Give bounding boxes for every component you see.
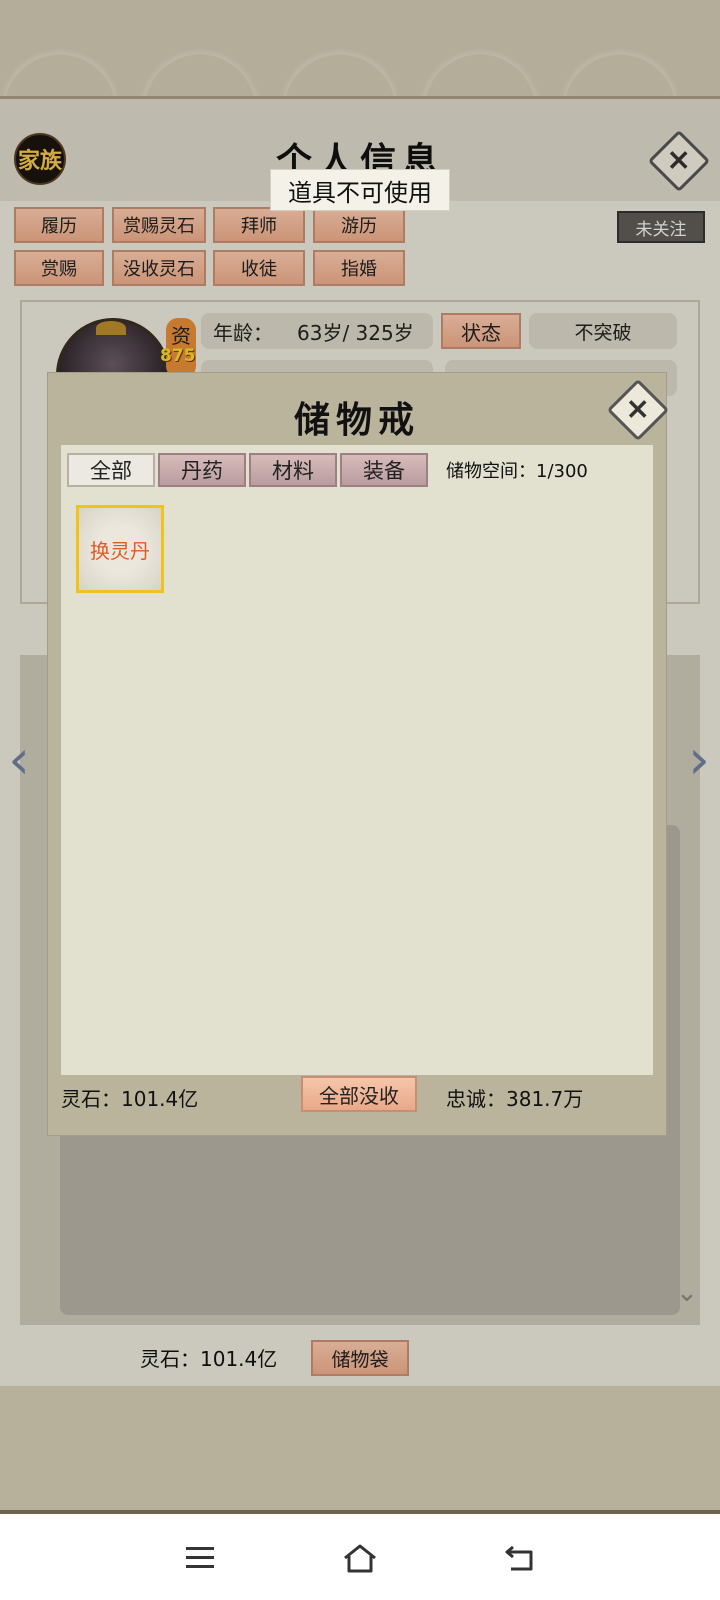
tab-equipment[interactable]: 装备 bbox=[340, 453, 428, 487]
tab-all[interactable]: 全部 bbox=[67, 453, 155, 487]
tab-pills[interactable]: 丹药 bbox=[158, 453, 246, 487]
tab-materials[interactable]: 材料 bbox=[249, 453, 337, 487]
loyalty-value: 忠诚：381.7万 bbox=[446, 1087, 584, 1111]
system-nav-bar bbox=[0, 1514, 720, 1600]
home-icon[interactable] bbox=[340, 1538, 380, 1578]
close-icon: × bbox=[625, 391, 651, 427]
storage-capacity: 储物空间：1/300 bbox=[446, 461, 588, 482]
menu-icon[interactable] bbox=[180, 1538, 220, 1578]
toast-message: 道具不可使用 bbox=[270, 169, 450, 211]
modal-title: 储物戒 bbox=[293, 399, 420, 441]
confiscate-all-button[interactable]: 全部没收 bbox=[301, 1076, 417, 1112]
storage-ring-modal: 储物戒 全部 丹药 材料 装备 储物空间：1/300 换灵丹 灵石：101.4亿… bbox=[48, 373, 666, 1135]
top-decoration bbox=[0, 0, 720, 100]
back-icon[interactable] bbox=[500, 1538, 540, 1578]
bottom-decoration bbox=[0, 1386, 720, 1514]
item-slot[interactable]: 换灵丹 bbox=[76, 505, 164, 593]
modal-spirit-stone: 灵石：101.4亿 bbox=[61, 1087, 199, 1111]
modal-body: 全部 丹药 材料 装备 储物空间：1/300 换灵丹 bbox=[61, 445, 653, 1075]
item-name: 换灵丹 bbox=[90, 538, 150, 563]
